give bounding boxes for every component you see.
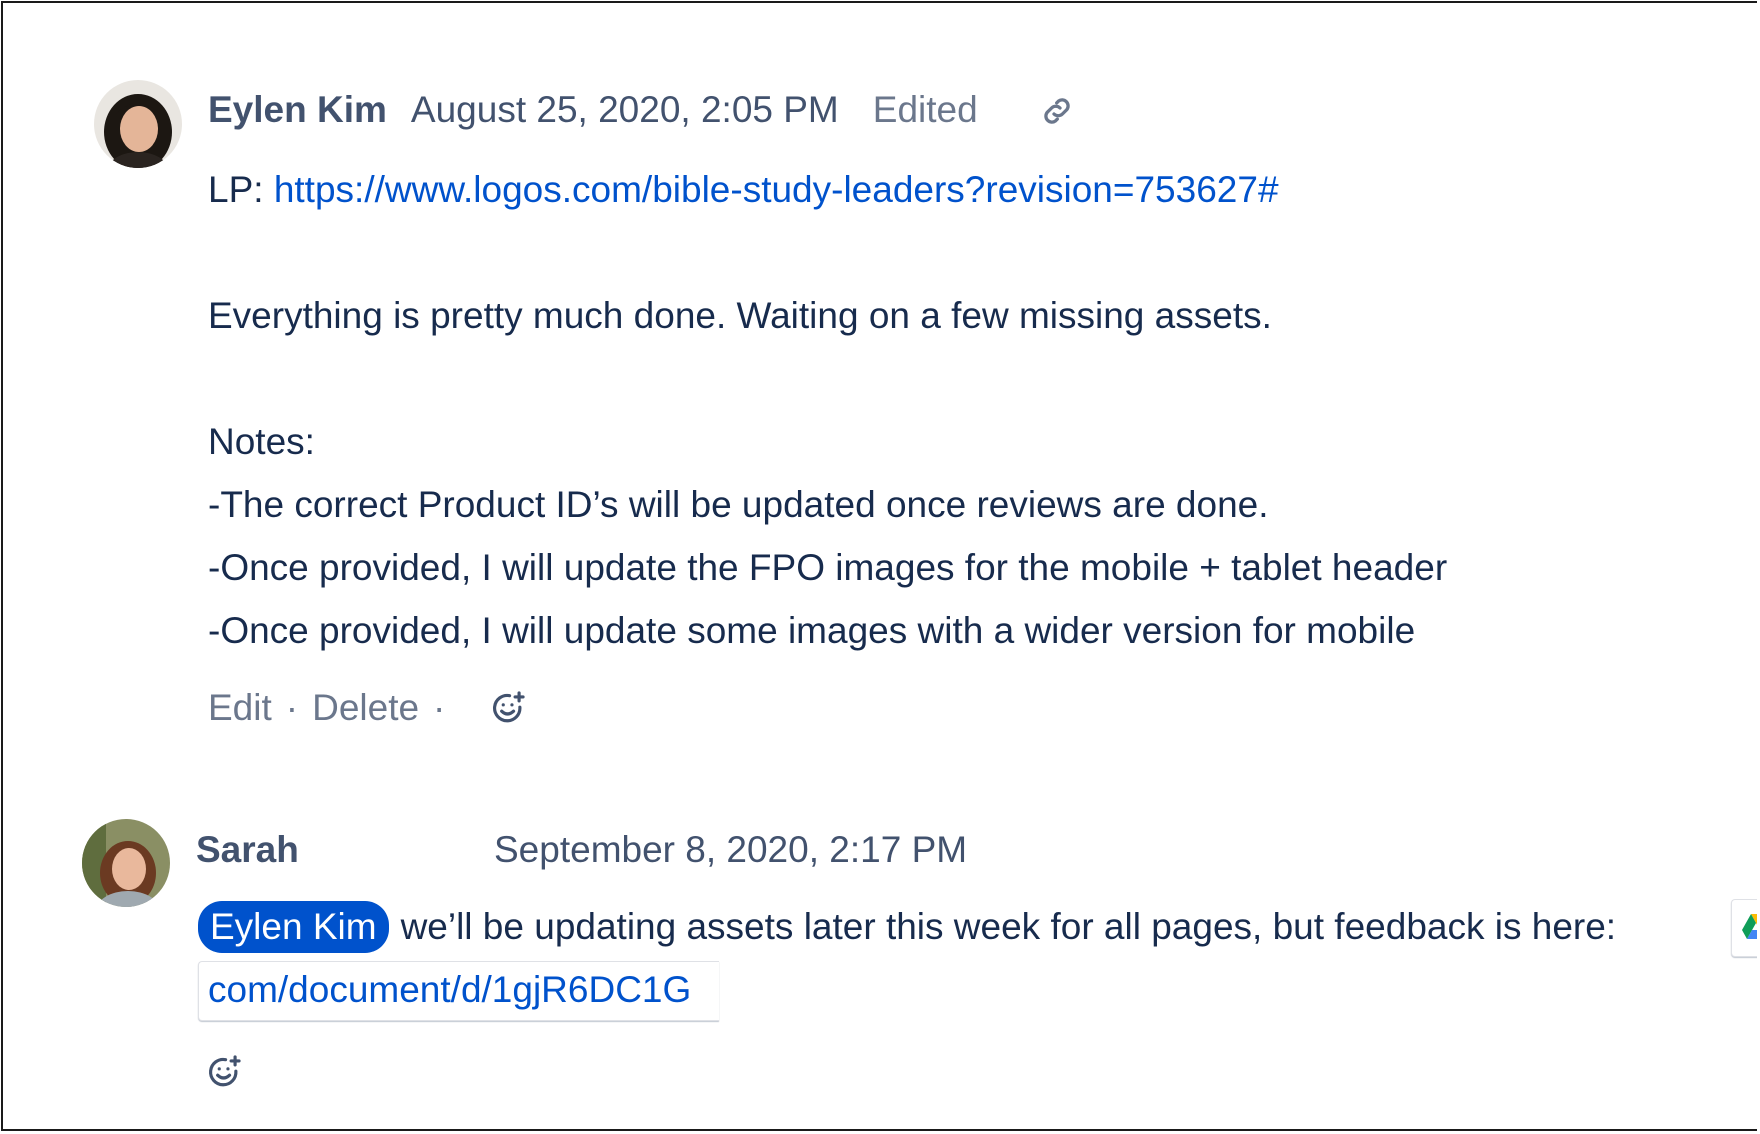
emoji-add-icon[interactable] <box>489 689 527 732</box>
author-name[interactable]: Eylen Kim <box>208 89 387 130</box>
smart-link-card[interactable]: com/document/d/1gjR6DC1G <box>198 961 719 1021</box>
comment-meta: Eylen Kim August 25, 2020, 2:05 PM Edited <box>208 88 978 132</box>
body-paragraph: Everything is pretty much done. Waiting … <box>208 295 1272 336</box>
smart-link-card-start[interactable] <box>1731 899 1757 957</box>
comment-date[interactable]: September 8, 2020, 2:17 PM <box>494 829 967 870</box>
lp-link[interactable]: https://www.logos.com/bible-study-leader… <box>274 169 1279 210</box>
comment-body: LP: https://www.logos.com/bible-study-le… <box>208 158 1447 662</box>
delete-button[interactable]: Delete <box>312 687 419 728</box>
edit-button[interactable]: Edit <box>208 687 272 728</box>
comments-panel: Eylen Kim August 25, 2020, 2:05 PM Edited … <box>1 1 1757 1131</box>
google-drive-icon <box>1742 914 1757 945</box>
message-text: we’ll be updating assets later this week… <box>400 906 1617 947</box>
action-separator: · <box>285 687 299 728</box>
action-separator: · <box>433 687 446 728</box>
avatar[interactable] <box>82 819 170 907</box>
comment-body: Eylen Kim we’ll be updating assets later … <box>198 899 1616 955</box>
comment-meta: Sarah <box>196 828 299 872</box>
avatar[interactable] <box>94 80 182 168</box>
comment-sarah: Sarah September 8, 2020, 2:17 PM Eylen K… <box>3 783 1757 1129</box>
comment-actions: Edit · Delete · <box>208 686 459 730</box>
smart-link-text: com/document/d/1gjR6DC1G <box>208 969 692 1010</box>
note-line: -Once provided, I will update the FPO im… <box>208 547 1448 588</box>
link-prefix: LP: <box>208 169 274 210</box>
link-icon[interactable] <box>1039 93 1075 134</box>
note-line: -Once provided, I will update some image… <box>208 610 1416 651</box>
link-line: LP: https://www.logos.com/bible-study-le… <box>208 158 1447 221</box>
author-name[interactable]: Sarah <box>196 829 299 870</box>
comment-date[interactable]: August 25, 2020, 2:05 PM <box>411 89 839 130</box>
comment-date-wrap: September 8, 2020, 2:17 PM <box>494 828 967 872</box>
notes-heading: Notes: <box>208 421 315 462</box>
user-mention[interactable]: Eylen Kim <box>198 901 389 953</box>
comment-eylen: Eylen Kim August 25, 2020, 2:05 PM Edited … <box>3 3 1757 763</box>
edited-label: Edited <box>872 89 978 130</box>
emoji-add-icon[interactable] <box>205 1053 243 1096</box>
note-line: -The correct Product ID’s will be update… <box>208 484 1269 525</box>
